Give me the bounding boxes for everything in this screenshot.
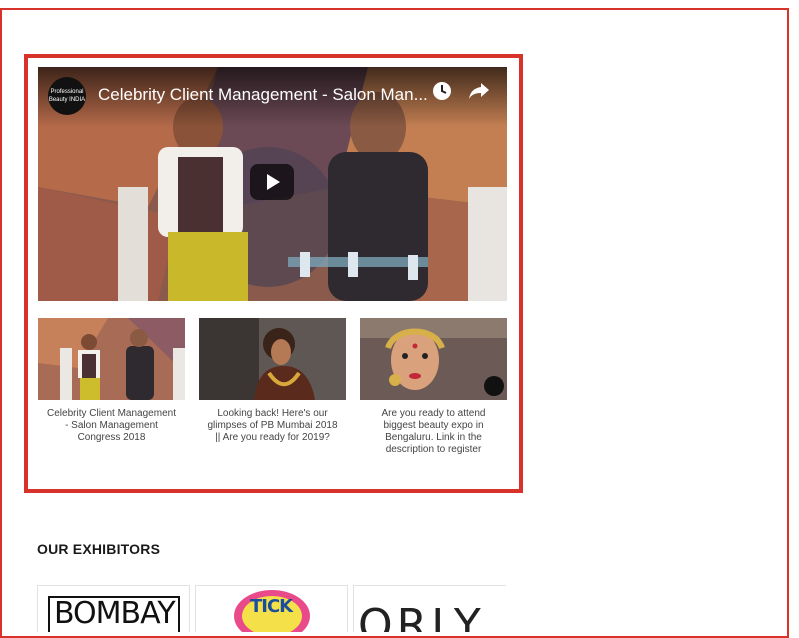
play-icon	[267, 174, 280, 190]
exhibitor-logo-card[interactable]: ORLY	[353, 585, 506, 632]
exhibitor-logo-card[interactable]: BOMBAY	[37, 585, 190, 632]
exhibitor-logo-text: ORLY	[358, 600, 485, 632]
exhibitor-logo-card[interactable]: TICK	[195, 585, 348, 632]
playlist-item[interactable]: Looking back! Here's our glimpses of PB …	[199, 318, 346, 444]
playlist-item[interactable]: Celebrity Client Management - Salon Mana…	[38, 318, 185, 444]
exhibitor-logo-text: BOMBAY	[54, 596, 176, 631]
playlist-thumbnail[interactable]	[38, 318, 185, 400]
share-icon[interactable]	[468, 81, 490, 101]
video-widget: Professional Beauty INDIA Celebrity Clie…	[24, 54, 523, 493]
video-title[interactable]: Celebrity Client Management - Salon Man.…	[98, 85, 428, 105]
playlist-thumbnail[interactable]	[360, 318, 507, 400]
exhibitors-heading: OUR EXHIBITORS	[37, 541, 161, 557]
video-player[interactable]: Professional Beauty INDIA Celebrity Clie…	[38, 67, 507, 301]
playlist-item[interactable]: Are you ready to attend biggest beauty e…	[360, 318, 507, 456]
playlist-caption[interactable]: Looking back! Here's our glimpses of PB …	[199, 408, 346, 444]
play-button[interactable]	[250, 164, 294, 200]
channel-logo-text: Professional Beauty INDIA	[48, 89, 86, 103]
watch-later-icon[interactable]	[432, 81, 452, 101]
channel-avatar[interactable]: Professional Beauty INDIA	[48, 77, 86, 115]
exhibitor-logo-text: TICK	[250, 596, 293, 617]
playlist-thumbnail[interactable]	[199, 318, 346, 400]
exhibitors-carousel: BOMBAY TICK ORLY	[37, 585, 507, 632]
playlist-caption[interactable]: Celebrity Client Management - Salon Mana…	[38, 408, 185, 444]
playlist: Celebrity Client Management - Salon Mana…	[38, 318, 507, 468]
playlist-caption[interactable]: Are you ready to attend biggest beauty e…	[360, 408, 507, 456]
